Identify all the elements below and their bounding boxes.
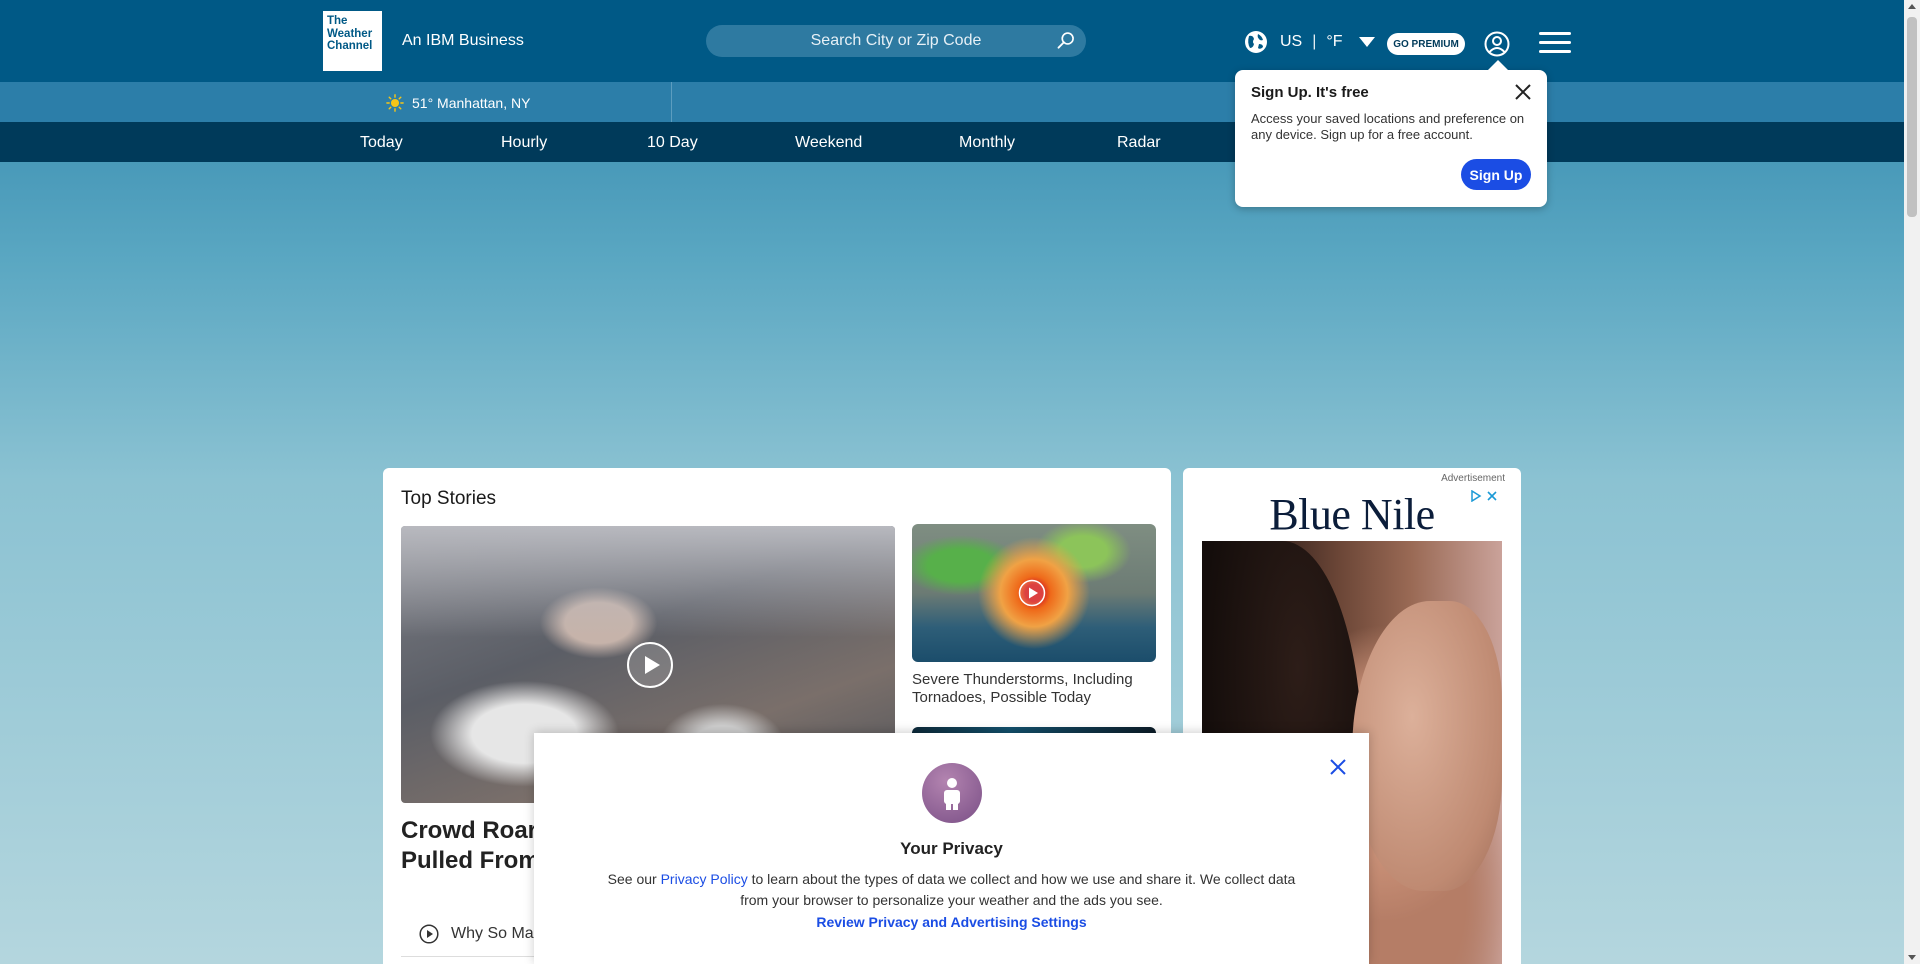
locale-unit: °F <box>1326 33 1343 50</box>
search-input[interactable]: Search City or Zip Code <box>706 25 1086 57</box>
nav-10-day[interactable]: 10 Day <box>647 134 698 152</box>
logo-line-2: Weather <box>327 27 373 40</box>
ad-brand: Blue Nile <box>1269 489 1435 539</box>
scroll-down-icon[interactable] <box>1908 955 1916 960</box>
related-video-text: Why So Ma <box>451 925 534 942</box>
related-video-link[interactable]: Why So Ma <box>419 924 534 944</box>
globe-icon <box>1245 31 1267 53</box>
forecast-nav: Today Hourly 10 Day Weekend Monthly Rada… <box>0 122 1904 162</box>
go-premium-button[interactable]: GO PREMIUM <box>1387 33 1465 55</box>
user-account-icon[interactable] <box>1484 31 1510 57</box>
nav-hourly[interactable]: Hourly <box>501 134 547 152</box>
close-icon[interactable] <box>1513 82 1533 102</box>
nav-radar[interactable]: Radar <box>1117 134 1161 152</box>
locale-country: US <box>1280 33 1303 50</box>
scroll-up-icon[interactable] <box>1908 4 1916 9</box>
adchoices-icon[interactable] <box>1470 490 1482 502</box>
play-circle-icon <box>419 924 439 944</box>
locale-selector[interactable]: US | °F <box>1244 30 1375 54</box>
current-location-text: 51° Manhattan, NY <box>412 95 531 111</box>
side-story-radar-thumbnail[interactable] <box>912 524 1156 662</box>
hamburger-menu-icon[interactable] <box>1539 32 1571 54</box>
nav-weekend[interactable]: Weekend <box>795 134 862 152</box>
privacy-text-before: See our <box>607 871 661 887</box>
review-privacy-settings-link[interactable]: Review Privacy and Advertising Settings <box>534 914 1369 930</box>
current-location[interactable]: 51° Manhattan, NY <box>386 94 530 112</box>
search-placeholder: Search City or Zip Code <box>810 32 982 49</box>
ibm-tagline: An IBM Business <box>402 32 524 49</box>
signup-popover: Sign Up. It's free Access your saved loc… <box>1235 60 1547 207</box>
vertical-scrollbar[interactable] <box>1904 0 1920 964</box>
close-icon[interactable] <box>1327 756 1349 778</box>
scrollbar-thumb[interactable] <box>1907 17 1917 217</box>
nav-monthly[interactable]: Monthly <box>959 134 1015 152</box>
location-divider <box>671 82 672 122</box>
top-stories-title: Top Stories <box>401 488 497 509</box>
ad-label: Advertisement <box>1441 473 1505 484</box>
privacy-modal: Your Privacy See our Privacy Policy to l… <box>534 733 1369 964</box>
location-bar: 51° Manhattan, NY <box>0 82 1904 122</box>
signup-button[interactable]: Sign Up <box>1461 159 1531 190</box>
site-header: The Weather Channel An IBM Business Sear… <box>0 0 1904 82</box>
weather-channel-logo[interactable]: The Weather Channel <box>323 11 382 71</box>
logo-line-1: The <box>327 15 348 27</box>
privacy-person-icon <box>922 763 982 823</box>
chevron-down-icon[interactable] <box>1358 37 1375 47</box>
signup-text: Access your saved locations and preferen… <box>1251 111 1525 142</box>
hero-headline-text: Crowd Roar Pulled From <box>401 817 540 874</box>
ad-choices[interactable] <box>1470 490 1498 502</box>
sun-icon <box>386 94 404 112</box>
privacy-text: See our Privacy Policy to learn about th… <box>604 869 1299 911</box>
play-icon[interactable] <box>626 641 674 689</box>
nav-today[interactable]: Today <box>360 134 403 152</box>
privacy-text-after: to learn about the types of data we coll… <box>740 871 1296 908</box>
logo-line-3: Channel <box>327 40 373 52</box>
privacy-title: Your Privacy <box>900 839 1003 858</box>
side-story-caption[interactable]: Severe Thunderstorms, Including Tornadoe… <box>912 671 1162 707</box>
ad-close-icon[interactable] <box>1486 490 1498 502</box>
locale-separator: | <box>1312 33 1317 50</box>
privacy-policy-link[interactable]: Privacy Policy <box>661 871 748 887</box>
signup-title: Sign Up. It's free <box>1251 84 1369 101</box>
play-icon[interactable] <box>1018 579 1046 607</box>
search-icon[interactable] <box>1056 31 1076 51</box>
